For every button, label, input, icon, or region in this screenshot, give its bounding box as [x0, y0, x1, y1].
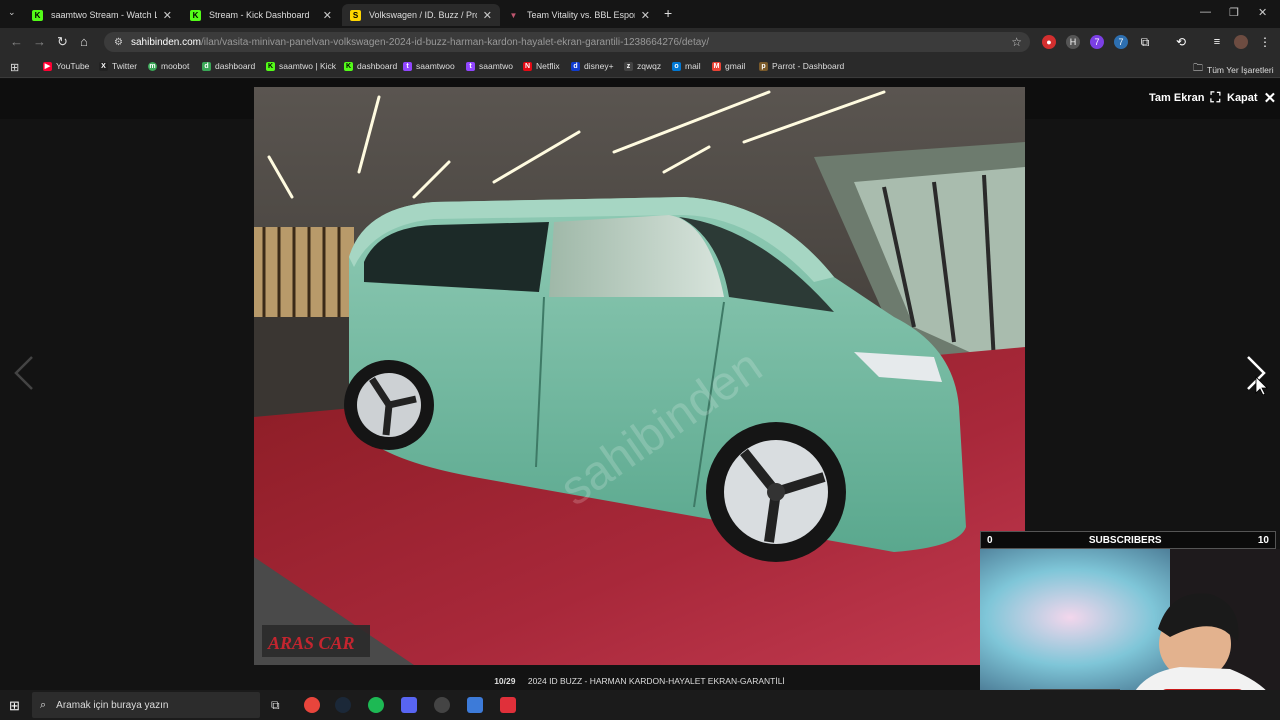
tab-volkswagen-listing[interactable]: S Volkswagen / ID. Buzz / Pro / 2 ✕: [342, 4, 500, 26]
obs-icon[interactable]: [434, 697, 450, 713]
subscriber-goal-bar: 0 SUBSCRIBERS 10: [980, 531, 1276, 549]
close-tab-icon[interactable]: ✕: [163, 9, 172, 22]
bookmark-disney[interactable]: d disney+: [571, 61, 614, 71]
kick-icon: K: [32, 9, 43, 21]
twitch-icon: t: [466, 61, 475, 71]
bookmark-saamtwo-twitch[interactable]: t saamtwo: [466, 61, 513, 71]
bookmark-twitter[interactable]: X Twitter: [99, 61, 137, 71]
bookmark-dashboard-1[interactable]: d dashboard: [202, 61, 255, 71]
address-bar[interactable]: ⚙ sahibinden.com /ilan/vasita-minivan-pa…: [104, 32, 1030, 52]
youtube-icon: ▶: [43, 61, 52, 71]
home-icon[interactable]: ⌂: [80, 34, 88, 49]
taskbar-search-input[interactable]: ⌕ Aramak için buraya yazın: [32, 692, 260, 718]
menu-kebab-icon[interactable]: ⋮: [1258, 35, 1272, 49]
tab-search-chevron-icon[interactable]: ⌄: [8, 7, 16, 18]
photo-title: 2024 ID BUZZ - HARMAN KARDON-HAYALET EKR…: [527, 676, 785, 686]
previous-photo-button[interactable]: [12, 355, 36, 396]
search-icon: ⌕: [40, 698, 47, 711]
app-red-icon[interactable]: [500, 697, 516, 713]
url-domain: sahibinden.com: [130, 36, 202, 48]
extension-red-icon[interactable]: ●: [1042, 35, 1056, 49]
tab-vitality-match[interactable]: ▼ Team Vitality vs. BBL Esports | V ✕: [500, 4, 658, 26]
chevron-right-icon: [1247, 356, 1268, 396]
tab-kick-dashboard[interactable]: K Stream - Kick Dashboard ✕: [182, 4, 340, 26]
bookmark-saamtwo-kick[interactable]: Ksaamtwo | Kick: [266, 61, 336, 71]
listing-photo: sahibinden ARAS CAR: [254, 87, 1025, 665]
x-icon: X: [99, 61, 108, 71]
close-tab-icon[interactable]: ✕: [323, 9, 332, 22]
bookmark-parrot-dashboard[interactable]: p Parrot - Dashboard: [759, 61, 844, 71]
windows-taskbar: ⊞ ⌕ Aramak için buraya yazın ⧉: [0, 690, 1280, 720]
extension-7tv-icon[interactable]: 7: [1114, 35, 1128, 49]
extensions-puzzle-icon[interactable]: ⧉: [1138, 35, 1152, 49]
photo-caption: 10/29 2024 ID BUZZ - HARMAN KARDON-HAYAL…: [254, 676, 1025, 686]
bookmark-star-icon[interactable]: ☆: [1011, 35, 1022, 49]
esports-icon: ▼: [509, 10, 518, 20]
gmail-icon: M: [712, 61, 721, 71]
back-icon[interactable]: ←: [10, 34, 23, 49]
chrome-icon[interactable]: [304, 697, 320, 713]
task-view-icon[interactable]: ⧉: [271, 698, 280, 713]
zk-icon: z: [624, 61, 633, 71]
kick-icon: K: [266, 61, 275, 71]
bookmark-mail[interactable]: o mail: [672, 61, 701, 71]
all-bookmarks[interactable]: 🗀 Tüm Yer İşaretleri: [1193, 61, 1274, 78]
apps-grid-icon[interactable]: ⊞: [10, 61, 19, 74]
discord-icon[interactable]: [401, 697, 417, 713]
close-window-icon[interactable]: ✕: [1258, 6, 1267, 19]
bookmark-moobot[interactable]: m moobot: [148, 61, 189, 71]
forward-icon[interactable]: →: [33, 34, 46, 49]
moobot-icon: m: [148, 61, 157, 71]
folder-icon: 🗀: [1193, 63, 1203, 74]
bookmark-dashboard-2[interactable]: Kdashboard: [344, 61, 397, 71]
bookmark-zqwqz[interactable]: z zqwqz: [624, 61, 661, 71]
c-icon[interactable]: [467, 697, 483, 713]
navigation-bar: ← → ↻ ⌂ ⚙ sahibinden.com /ilan/vasita-mi…: [0, 28, 1280, 56]
tab-strip: ⌄ K saamtwo Stream - Watch Live o ✕ K St…: [0, 0, 1280, 28]
dashboard-icon: d: [202, 61, 211, 71]
close-tab-icon[interactable]: ✕: [641, 9, 650, 22]
chevron-left-icon: [14, 356, 33, 390]
photo-counter: 10/29: [494, 676, 516, 686]
bookmark-gmail[interactable]: Mgmail: [712, 61, 745, 71]
url-path: /ilan/vasita-minivan-panelvan-volkswagen…: [201, 36, 710, 48]
reload-icon[interactable]: ↻: [57, 34, 68, 50]
extension-h-icon[interactable]: H: [1066, 35, 1080, 49]
restore-icon[interactable]: ❐: [1229, 6, 1239, 19]
site-info-icon[interactable]: ⚙: [114, 37, 123, 48]
plus-icon[interactable]: +: [664, 5, 672, 21]
close-viewer-button[interactable]: Kapat ✕: [1227, 89, 1276, 107]
media-control-icon[interactable]: ≡: [1210, 35, 1224, 49]
parrot-icon: p: [759, 61, 768, 71]
history-icon[interactable]: ⟲: [1174, 35, 1188, 49]
kick-icon: K: [344, 61, 353, 71]
bookmark-youtube[interactable]: ▶ YouTube: [43, 61, 89, 71]
steam-icon[interactable]: [335, 697, 351, 713]
next-photo-button[interactable]: [1244, 355, 1270, 400]
twitch-icon: t: [403, 61, 412, 71]
fullscreen-button[interactable]: Tam Ekran ⛶: [1149, 89, 1220, 106]
minimize-icon[interactable]: —: [1200, 6, 1211, 18]
spotify-icon[interactable]: [368, 697, 384, 713]
bookmarks-bar: ⊞ ▶ YouTube X Twitter m moobot d dashboard K…: [0, 56, 1280, 78]
extension-twitch-icon[interactable]: 7: [1090, 35, 1104, 49]
profile-avatar[interactable]: [1234, 35, 1248, 49]
netflix-icon: N: [523, 61, 532, 71]
close-icon: ✕: [1263, 90, 1277, 107]
disney-icon: d: [571, 61, 580, 71]
kick-icon: K: [190, 9, 201, 21]
sahibinden-icon: S: [350, 9, 361, 21]
outlook-icon: o: [672, 61, 681, 71]
tab-saamtwo-stream[interactable]: K saamtwo Stream - Watch Live o ✕: [24, 4, 180, 26]
bookmark-netflix[interactable]: N Netflix: [523, 61, 560, 71]
bookmark-saamtwoo-twitch[interactable]: t saamtwoo: [403, 61, 455, 71]
close-tab-icon[interactable]: ✕: [483, 9, 492, 22]
fullscreen-icon: ⛶: [1210, 89, 1221, 105]
windows-start-icon[interactable]: ⊞: [9, 698, 20, 714]
dealer-logo: ARAS CAR: [267, 633, 355, 653]
